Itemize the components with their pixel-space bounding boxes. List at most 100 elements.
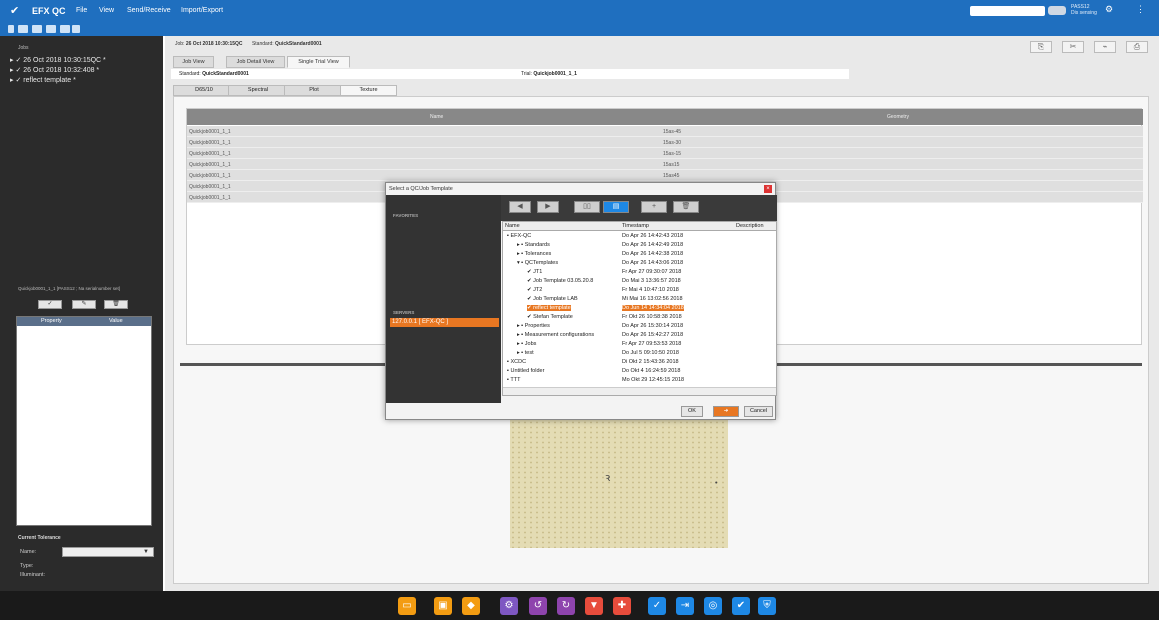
job-item[interactable]: ▸ ✓ 26 Oct 2018 10:30:15QC * [10, 56, 106, 64]
add-icon[interactable] [8, 25, 14, 33]
list-item[interactable]: ✔ Stefan Template Fr Okt 26 10:58:38 2018 [503, 313, 776, 322]
list-item[interactable]: ▪ XCDC Di Okt 2 15:43:36 2018 [503, 358, 776, 367]
menu-file[interactable]: File [76, 7, 87, 14]
tab-single-trial-view[interactable]: Single Trial View [287, 56, 350, 68]
tab-spectral[interactable]: Spectral [228, 85, 288, 96]
tab-job-detail-view[interactable]: Job Detail View [226, 56, 285, 68]
list-item[interactable]: ▸ ▪ Standards Do Apr 26 14:42:49 2018 [503, 241, 776, 250]
table-row[interactable]: Quickjob0001_1_1 15as-15 [187, 148, 1143, 159]
horizontal-scrollbar[interactable] [503, 387, 776, 395]
device-icon[interactable] [1048, 6, 1066, 15]
job-item[interactable]: ▸ ✓ reflect template * [10, 76, 76, 84]
cancel-button[interactable]: Cancel [744, 406, 773, 417]
selection-info: Quickjob0001_1_1 [PASS12 ; Na serialnumb… [18, 286, 120, 291]
list-item[interactable]: ✔ JT1 Fr Apr 27 09:30:07 2018 [503, 268, 776, 277]
template-dialog: Select a QC/Job Template × FAVORITES SER… [385, 182, 777, 420]
arrow2-icon[interactable]: ↻ [557, 597, 575, 615]
value-header: Value [109, 318, 123, 324]
standard-trial-row: Standard: QuickStandard0001 Trial: Quick… [171, 69, 849, 79]
list-view-icon[interactable]: ▯▯ [574, 201, 600, 213]
chart-icon[interactable]: ⌁ [1094, 41, 1116, 53]
template-list: Name Timestamp Description ▪ EFX-QC Do Ap… [502, 221, 777, 396]
more-icon[interactable]: ⋮ [1136, 4, 1145, 15]
texture-image: ꝛ • • [510, 416, 728, 548]
trash-icon[interactable]: 🗑 [673, 201, 699, 213]
folder-icon[interactable]: ▭ [398, 597, 416, 615]
server-item[interactable]: 127.0.0.1 [ EFX-QC ] [390, 318, 499, 327]
confirm-button[interactable]: ✓ [38, 300, 62, 309]
title-bar: ✔ EFX QC File View Send/Receive Import/E… [0, 0, 1159, 22]
arrow-icon[interactable]: ↺ [529, 597, 547, 615]
table-row[interactable]: Quickjob0001_1_1 15as45 [187, 170, 1143, 181]
save-icon[interactable]: ▣ [434, 597, 452, 615]
edit-button[interactable]: ✎ [72, 300, 96, 309]
export-icon[interactable] [72, 25, 80, 33]
search-input[interactable] [970, 6, 1045, 16]
measure-icon[interactable] [18, 25, 28, 33]
tag-icon[interactable]: ◆ [462, 597, 480, 615]
ok-button[interactable]: OK [681, 406, 703, 417]
import-icon[interactable]: ⇥ [676, 597, 694, 615]
property-header: Property [41, 318, 62, 324]
shield-check-icon[interactable]: ⛨ [758, 597, 776, 615]
table-row[interactable]: Quickjob0001_1_1 15as-30 [187, 137, 1143, 148]
list-item[interactable]: ▪ Untitled folder Do Okt 4 16:24:59 2018 [503, 367, 776, 376]
dialog-toolbar: ◀ ▶ ▯▯ ▤ + 🗑 [501, 195, 777, 221]
tab-texture[interactable]: Texture [340, 85, 397, 96]
texture-detail: ꝛ [605, 472, 611, 484]
list-item[interactable]: ▸ ▪ Tolerances Do Apr 26 14:42:38 2018 [503, 250, 776, 259]
forward-icon[interactable]: ▶ [537, 201, 559, 213]
list-item[interactable]: ✔ reflect template Do Jun 14 14:34:04 201… [503, 304, 776, 313]
list-item[interactable]: ✔ Job Template LAB Mi Mai 16 13:02:56 201… [503, 295, 776, 304]
job-item[interactable]: ▸ ✓ 26 Oct 2018 10:32:408 * [10, 66, 99, 74]
tool-icon[interactable] [32, 25, 42, 33]
list-item[interactable]: ▪ TTT Mo Okt 29 12:45:15 2018 [503, 376, 776, 385]
tab-job-view[interactable]: Job View [173, 56, 214, 68]
filter-icon[interactable]: ▼ [585, 597, 603, 615]
compare-icon[interactable] [46, 25, 56, 33]
table-row[interactable]: Quickjob0001_1_1 15as-45 [187, 126, 1143, 137]
tab-plot[interactable]: Plot [284, 85, 344, 96]
check-icon[interactable]: ✔ [732, 597, 750, 615]
grid-header: Name Geometry [187, 109, 1143, 125]
name-column-header[interactable]: Name [505, 223, 520, 229]
list-item[interactable]: ▪ EFX-QC Do Apr 26 14:42:43 2018 [503, 232, 776, 241]
table-row[interactable]: Quickjob0001_1_1 15as15 [187, 159, 1143, 170]
shield-icon[interactable]: ◎ [704, 597, 722, 615]
menu-send-receive[interactable]: Send/Receive [127, 7, 171, 14]
new-folder-icon[interactable]: + [641, 201, 667, 213]
app-check-icon: ✔ [10, 5, 20, 17]
list-item[interactable]: ▸ ▪ test Do Jul 5 09:10:50 2018 [503, 349, 776, 358]
select-button[interactable]: ➜ [713, 406, 739, 417]
geometry-column-header[interactable]: Geometry [887, 114, 909, 120]
list-item[interactable]: ▾ ▪ QCTemplates Do Apr 26 14:43:06 2018 [503, 259, 776, 268]
robot-icon[interactable]: ⚙ [500, 597, 518, 615]
new-icon[interactable]: ⎘ [1030, 41, 1052, 53]
back-icon[interactable]: ◀ [509, 201, 531, 213]
menu-view[interactable]: View [99, 7, 114, 14]
tools-icon[interactable]: ✚ [613, 597, 631, 615]
detail-view-icon[interactable]: ▤ [603, 201, 629, 213]
check-measure-icon[interactable]: ✓ [648, 597, 666, 615]
cut-icon[interactable]: ✂ [1062, 41, 1084, 53]
menu-import-export[interactable]: Import/Export [181, 7, 223, 14]
current-tolerance-label: Current Tolerance [18, 535, 61, 541]
list-item[interactable]: ✔ Job Template 03.05.20.8 Do Mai 3 13:36:… [503, 277, 776, 286]
timestamp-column-header[interactable]: Timestamp [622, 223, 649, 229]
name-column-header[interactable]: Name [430, 114, 443, 120]
close-icon[interactable]: × [764, 185, 772, 193]
list-item[interactable]: ▸ ▪ Jobs Fr Apr 27 09:53:53 2018 [503, 340, 776, 349]
tab-d65-10[interactable]: D65/10 [173, 85, 235, 96]
gear-icon[interactable]: ⚙ [1105, 4, 1113, 15]
delete-button[interactable]: 🗑 [104, 300, 128, 309]
description-column-header[interactable]: Description [736, 223, 764, 229]
list-item[interactable]: ✔ JT2 Fr Mai 4 10:47:10 2018 [503, 286, 776, 295]
list-item[interactable]: ▸ ▪ Measurement configurations Do Apr 26 … [503, 331, 776, 340]
list-item[interactable]: ▸ ▪ Properties Do Apr 26 15:30:14 2018 [503, 322, 776, 331]
illuminant-label: Illuminant: [20, 572, 46, 578]
tolerance-name-select[interactable]: ▼ [62, 547, 154, 557]
report-icon[interactable] [60, 25, 70, 33]
print-icon[interactable]: ⎙ [1126, 41, 1148, 53]
dialog-sidebar: FAVORITES SERVERS 127.0.0.1 [ EFX-QC ] [386, 195, 501, 403]
list-header: Name Timestamp Description [503, 222, 776, 231]
